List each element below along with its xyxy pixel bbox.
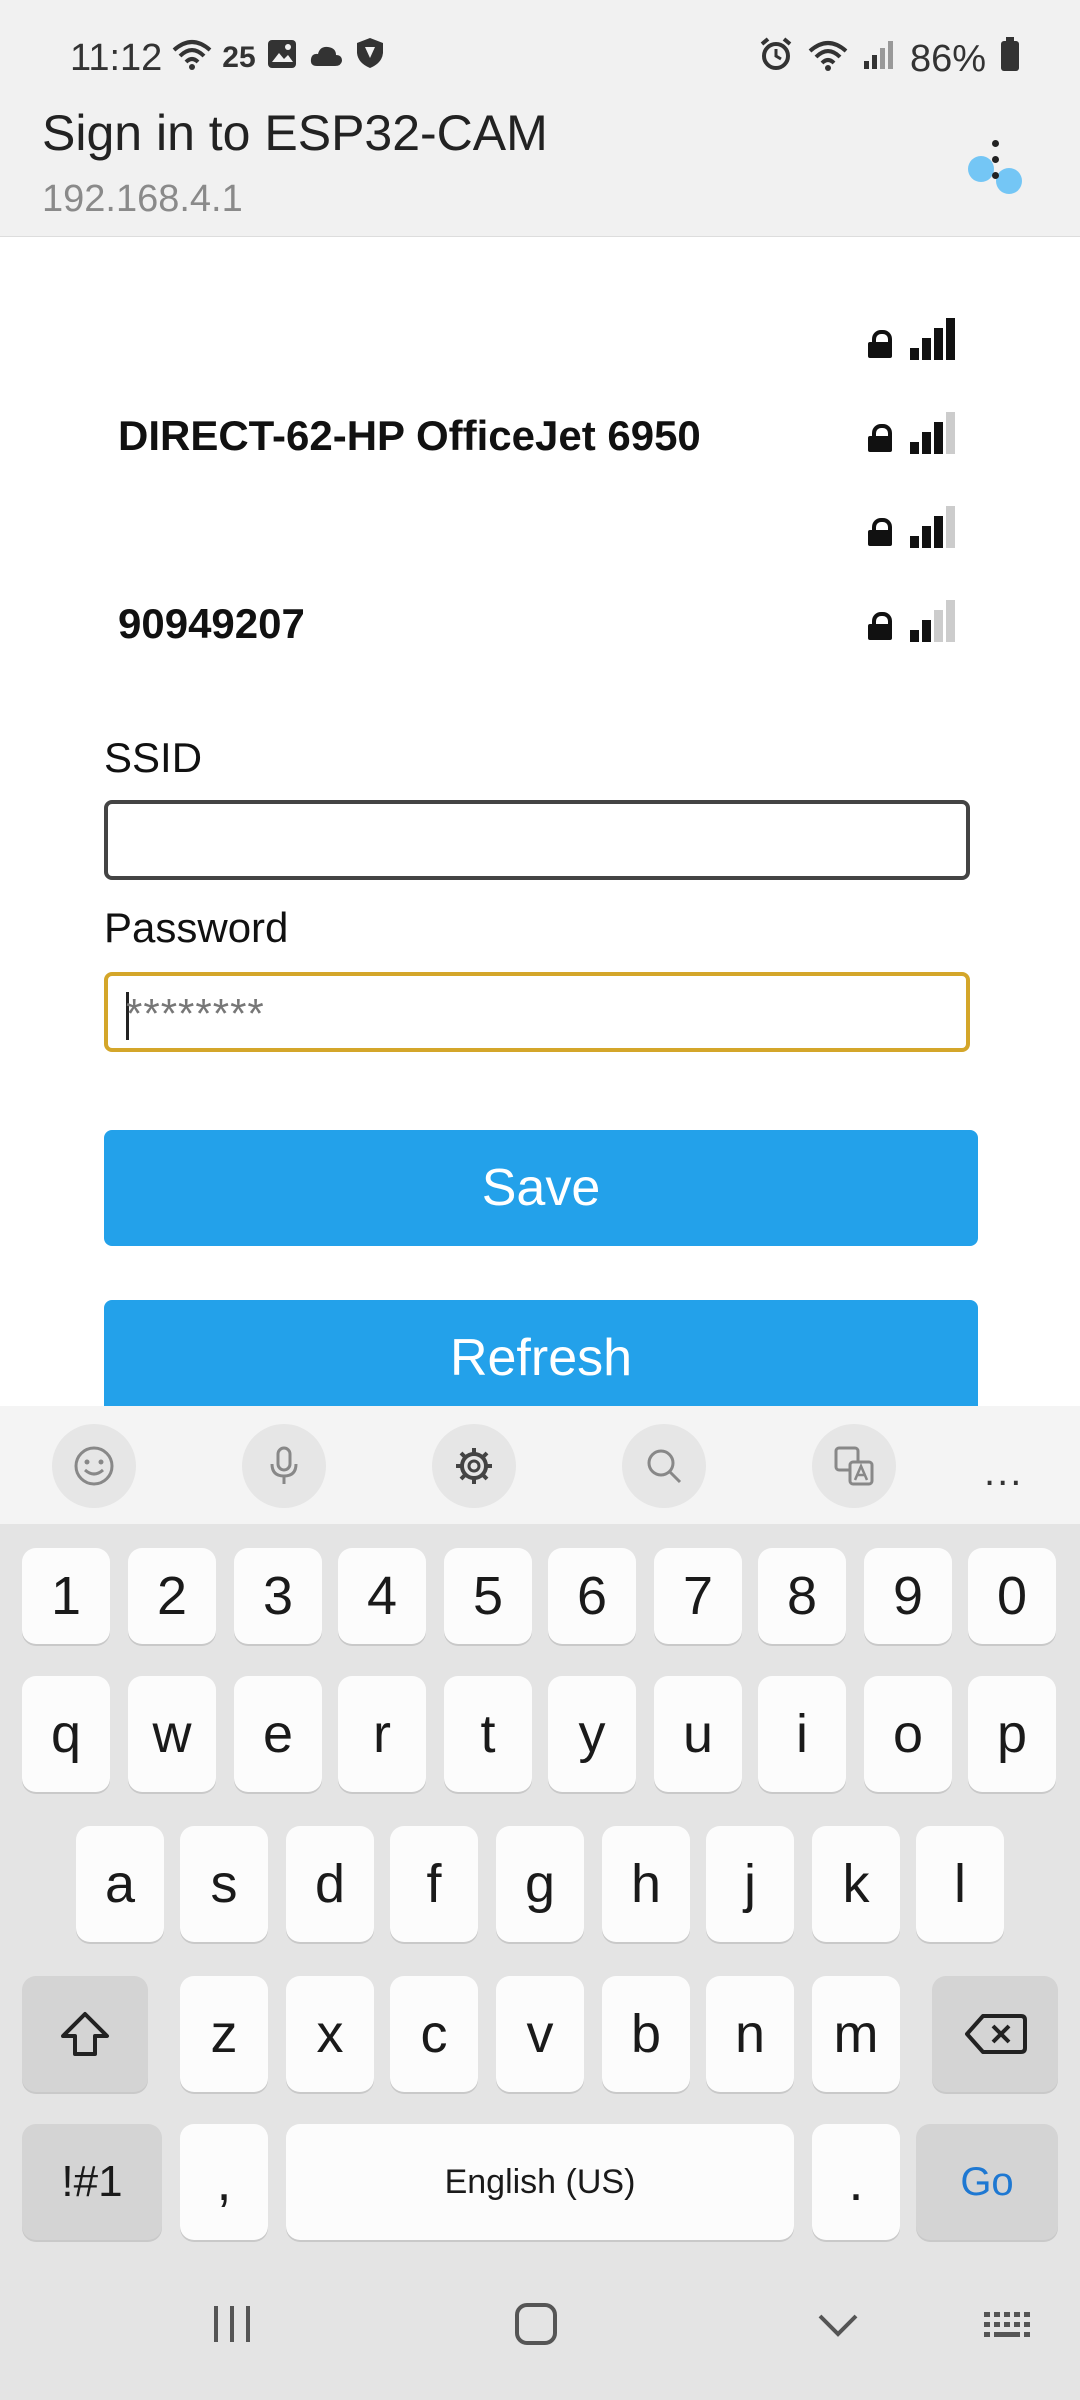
navigation-bar: [0, 2260, 1080, 2400]
key-u[interactable]: u: [654, 1676, 742, 1792]
key-2[interactable]: 2: [128, 1548, 216, 1644]
back-icon[interactable]: [814, 2300, 862, 2353]
key-x[interactable]: x: [286, 1976, 374, 2092]
ssid-label: SSID: [104, 734, 203, 781]
backspace-key[interactable]: [932, 1976, 1058, 2092]
key-0[interactable]: 0: [968, 1548, 1056, 1644]
network-row[interactable]: [0, 300, 1080, 380]
network-row[interactable]: 90949207: [0, 582, 1080, 662]
key-f[interactable]: f: [390, 1826, 478, 1942]
translate-icon[interactable]: [812, 1424, 896, 1508]
ssid-input[interactable]: [104, 800, 970, 880]
signal-strength-icon: [910, 600, 956, 642]
status-time: 11:12: [70, 36, 163, 79]
network-name: 90949207: [118, 600, 305, 647]
settings-icon[interactable]: [432, 1424, 516, 1508]
cloud-icon: [308, 37, 344, 80]
signal-strength-icon: [910, 318, 956, 360]
period-key[interactable]: .: [812, 2124, 900, 2240]
emoji-icon[interactable]: [52, 1424, 136, 1508]
key-q[interactable]: q: [22, 1676, 110, 1792]
key-l[interactable]: l: [916, 1826, 1004, 1942]
wifi-icon: [172, 37, 212, 80]
key-j[interactable]: j: [706, 1826, 794, 1942]
key-a[interactable]: a: [76, 1826, 164, 1942]
key-8[interactable]: 8: [758, 1548, 846, 1644]
go-key[interactable]: Go: [916, 2124, 1058, 2240]
key-z[interactable]: z: [180, 1976, 268, 2092]
key-w[interactable]: w: [128, 1676, 216, 1792]
key-y[interactable]: y: [548, 1676, 636, 1792]
status-left: 11:12 25: [70, 36, 386, 80]
signal-strength-icon: [910, 506, 956, 548]
keyboard-toolbar: ...: [0, 1406, 1080, 1524]
image-icon: [266, 37, 298, 80]
lock-icon: [868, 612, 892, 640]
shield-icon: [354, 36, 386, 80]
key-3[interactable]: 3: [234, 1548, 322, 1644]
symbols-key[interactable]: !#1: [22, 2124, 162, 2240]
key-r[interactable]: r: [338, 1676, 426, 1792]
shift-key[interactable]: [22, 1976, 148, 2092]
key-p[interactable]: p: [968, 1676, 1056, 1792]
key-m[interactable]: m: [812, 1976, 900, 2092]
key-5[interactable]: 5: [444, 1548, 532, 1644]
key-g[interactable]: g: [496, 1826, 584, 1942]
more-icon[interactable]: ...: [984, 1450, 1023, 1495]
key-9[interactable]: 9: [864, 1548, 952, 1644]
password-placeholder: ********: [126, 990, 265, 1037]
space-key[interactable]: English (US): [286, 2124, 794, 2240]
key-6[interactable]: 6: [548, 1548, 636, 1644]
status-right: 86%: [758, 36, 1020, 82]
search-icon[interactable]: [622, 1424, 706, 1508]
key-i[interactable]: i: [758, 1676, 846, 1792]
keyboard-switch-icon[interactable]: [982, 2300, 1036, 2353]
lock-icon: [868, 424, 892, 452]
wifi-badge: 25: [222, 41, 256, 74]
key-1[interactable]: 1: [22, 1548, 110, 1644]
key-b[interactable]: b: [602, 1976, 690, 2092]
page-url: 192.168.4.1: [42, 178, 243, 220]
signal-strength-icon: [910, 412, 956, 454]
network-row[interactable]: DIRECT-62-HP OfficeJet 6950: [0, 394, 1080, 474]
microphone-icon[interactable]: [242, 1424, 326, 1508]
key-c[interactable]: c: [390, 1976, 478, 2092]
key-h[interactable]: h: [602, 1826, 690, 1942]
refresh-button[interactable]: Refresh: [104, 1300, 978, 1416]
key-o[interactable]: o: [864, 1676, 952, 1792]
password-label: Password: [104, 904, 289, 951]
backspace-icon: [965, 2014, 1027, 2054]
password-input[interactable]: ********: [104, 972, 970, 1052]
key-k[interactable]: k: [812, 1826, 900, 1942]
alarm-icon: [758, 36, 794, 82]
key-4[interactable]: 4: [338, 1548, 426, 1644]
recent-apps-icon[interactable]: [210, 2300, 254, 2353]
lock-icon: [868, 330, 892, 358]
battery-icon: [1000, 36, 1020, 82]
lock-icon: [868, 518, 892, 546]
status-bar: 11:12 25 86%: [0, 0, 1080, 100]
keyboard: 1 2 3 4 5 6 7 8 9 0 q w e r t y u i o p …: [0, 1524, 1080, 2260]
key-7[interactable]: 7: [654, 1548, 742, 1644]
home-icon[interactable]: [512, 2300, 560, 2353]
menu-icon[interactable]: [960, 140, 1030, 200]
signal-icon: [862, 38, 896, 81]
wifi-icon: [808, 38, 848, 81]
key-d[interactable]: d: [286, 1826, 374, 1942]
key-e[interactable]: e: [234, 1676, 322, 1792]
save-button[interactable]: Save: [104, 1130, 978, 1246]
comma-key[interactable]: ,: [180, 2124, 268, 2240]
page-title: Sign in to ESP32-CAM: [42, 105, 548, 161]
network-name: DIRECT-62-HP OfficeJet 6950: [118, 412, 701, 459]
key-n[interactable]: n: [706, 1976, 794, 2092]
key-t[interactable]: t: [444, 1676, 532, 1792]
network-row[interactable]: [0, 488, 1080, 568]
key-s[interactable]: s: [180, 1826, 268, 1942]
key-v[interactable]: v: [496, 1976, 584, 2092]
battery-level: 86%: [909, 37, 986, 80]
shift-icon: [61, 2012, 109, 2056]
